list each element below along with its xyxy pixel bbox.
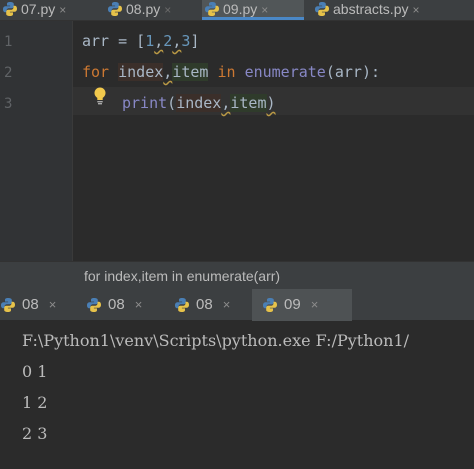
run-tab-08[interactable]: 08 × [86,289,170,321]
close-icon[interactable]: × [223,297,231,312]
code-token: (arr): [325,63,381,81]
line-number-gutter: 1 2 3 [0,21,73,261]
editor-tab-bar: 07.py × 08.py × 09.py × abstracts.py × [0,0,474,21]
run-tab-08[interactable]: 08 × [174,289,258,321]
tab-07-py[interactable]: 07.py × [0,0,100,20]
close-icon[interactable]: × [412,3,419,17]
close-icon[interactable]: × [164,3,171,17]
lightbulb-icon[interactable] [93,87,107,110]
close-icon[interactable]: × [59,3,66,17]
console-output-line: 1 2 [22,393,48,412]
tab-abstracts-py[interactable]: abstracts.py × [312,0,474,20]
code-builtin: enumerate [244,63,326,81]
code-token: , [172,32,182,50]
code-keyword: in [217,63,236,81]
code-token: index [176,94,222,112]
code-token: index [118,63,164,81]
run-tab-label: 08 [108,296,125,313]
breadcrumb-label: for index,item in enumerate(arr) [84,268,281,284]
code-number: 1 [145,32,155,50]
code-keyword: for [82,63,110,81]
close-icon[interactable]: × [49,297,57,312]
line-number: 2 [4,65,13,81]
run-tab-label: 08 [196,296,213,313]
python-file-icon [204,1,220,20]
tab-label: abstracts.py [333,1,409,17]
console-command-line: F:\Python1\venv\Scripts\python.exe F:/Py… [22,331,410,350]
python-file-icon [107,1,123,20]
code-line-3: print(index,item) [122,94,276,112]
run-tab-bar: 08 × 08 × 08 × 09 × [0,289,474,321]
close-icon[interactable]: × [261,3,268,17]
code-number: 2 [163,32,173,50]
tab-label: 07.py [21,1,56,17]
close-icon[interactable]: × [311,297,319,312]
code-token: ( [167,94,177,112]
run-tab-09[interactable]: 09 × [252,289,352,321]
tab-label: 09.py [223,1,258,17]
console-output-line: 0 1 [22,362,48,381]
code-line-2: for index,item in enumerate(arr): [82,63,380,81]
tab-08-py[interactable]: 08.py × [105,0,200,20]
console-output-line: 2 3 [22,424,48,443]
code-token: arr = [ [82,32,146,50]
run-tab-08[interactable]: 08 × [0,289,82,321]
tab-09-py[interactable]: 09.py × [202,0,304,20]
code-token: , [154,32,164,50]
tab-label: 08.py [126,1,161,17]
python-file-icon [314,1,330,20]
run-tab-label: 08 [22,296,39,313]
code-token: ] [190,32,200,50]
code-editor[interactable]: arr = [1,2,3] for index,item in enumerat… [73,21,474,261]
run-console[interactable]: F:\Python1\venv\Scripts\python.exe F:/Py… [0,321,474,469]
code-token: ) [266,94,276,112]
code-token: item [230,94,267,112]
line-number: 3 [4,96,13,112]
run-tab-label: 09 [284,296,301,313]
line-number: 1 [4,34,13,50]
breadcrumb[interactable]: for index,item in enumerate(arr) [0,261,474,289]
code-token: item [172,63,209,81]
code-token: , [163,63,173,81]
code-line-1: arr = [1,2,3] [82,32,199,50]
code-builtin: print [122,94,168,112]
close-icon[interactable]: × [135,297,143,312]
python-file-icon [2,1,18,20]
